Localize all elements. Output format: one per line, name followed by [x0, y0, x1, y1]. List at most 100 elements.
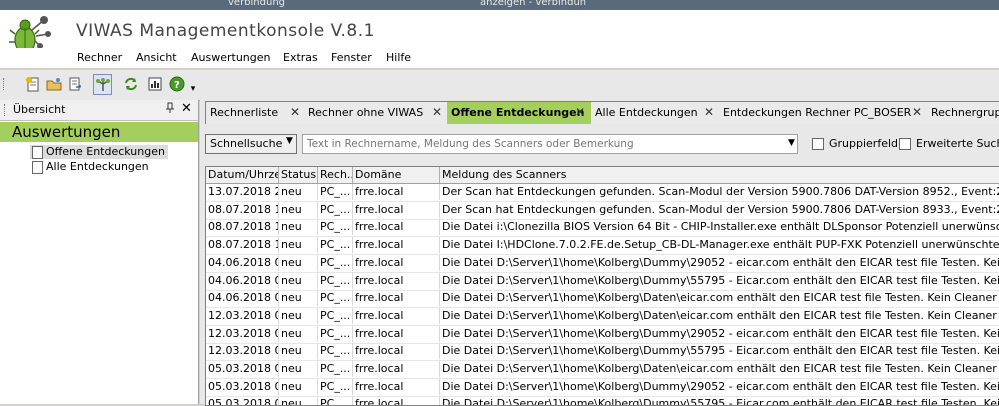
table-row[interactable]: 08.07.2018 1...neuPC_...frre.localDie Da… — [206, 237, 999, 256]
cell-datum: 08.07.2018 1... — [206, 237, 279, 254]
table-row[interactable]: 13.07.2018 2...neuPC_...frre.localDer Sc… — [206, 184, 999, 202]
sidebar-header: Übersicht ✕ — [0, 100, 198, 121]
cell-domaene: frre.local — [353, 290, 440, 307]
tab-rechner-ohne-viwas[interactable]: Rechner ohne VIWAS ✕ — [304, 102, 448, 124]
report-icon[interactable] — [146, 75, 164, 93]
cell-status: neu — [279, 307, 318, 324]
help-icon[interactable]: ? — [168, 75, 186, 93]
cell-status: neu — [279, 290, 318, 307]
sidebar-item-offene-entdeckungen[interactable]: Offene Entdeckungen — [30, 145, 168, 159]
table-row[interactable]: 05.03.2018 0...neuPC_...frre.localDie Da… — [206, 378, 999, 397]
erweiterte-suche-checkbox[interactable] — [899, 138, 911, 150]
cell-meldung: Die Datei D:\Server\1\home\Kolberg\Daten… — [442, 308, 999, 322]
toolbar-grip[interactable] — [3, 78, 7, 90]
menu-rechner[interactable]: Rechner — [77, 51, 122, 64]
pin-icon[interactable] — [165, 102, 175, 117]
tab-close-icon[interactable]: ✕ — [704, 105, 714, 119]
sidebar-grip[interactable] — [4, 104, 8, 116]
tab-label: Offene Entdeckungen — [451, 106, 585, 119]
table-row[interactable]: 05.03.2018 0...neuPC_...frre.localDie Da… — [206, 396, 999, 406]
cell-rechner: PC_... — [318, 378, 353, 395]
cell-datum: 08.07.2018 1... — [206, 219, 279, 236]
tab-offene-entdeckungen[interactable]: Offene Entdeckungen ✕ — [447, 102, 592, 124]
new-document-icon[interactable] — [24, 75, 42, 93]
tab-close-icon[interactable]: ✕ — [290, 105, 300, 119]
menu-auswertungen[interactable]: Auswertungen — [191, 51, 271, 64]
cell-datum: 04.06.2018 0... — [206, 272, 279, 289]
sidebar-title: Übersicht — [13, 103, 66, 116]
tab-close-icon[interactable]: ✕ — [575, 105, 585, 119]
cell-meldung: Der Scan hat Entdeckungen gefunden. Scan… — [442, 185, 999, 198]
overflow-icon[interactable]: ▾ — [188, 80, 198, 98]
column-header-status[interactable]: Status — [279, 167, 318, 183]
column-header-domaene[interactable]: Domäne — [353, 167, 440, 183]
open-folder-icon[interactable] — [45, 75, 63, 93]
content-area: Rechnerliste ✕ Rechner ohne VIWAS ✕ Offe… — [200, 100, 999, 406]
cell-rechner: PC_... — [318, 237, 353, 254]
sidebar-item-alle-entdeckungen[interactable]: Alle Entdeckungen — [30, 160, 152, 174]
table-row[interactable]: 04.06.2018 0...neuPC_...frre.localDie Da… — [206, 290, 999, 309]
cell-rechner: PC_... — [318, 307, 353, 324]
cell-domaene: frre.local — [353, 396, 440, 405]
cell-domaene: frre.local — [353, 272, 440, 289]
cell-datum: 12.03.2018 0... — [206, 325, 279, 342]
tab-close-icon[interactable]: ✕ — [432, 105, 442, 119]
menu-fenster[interactable]: Fenster — [331, 51, 372, 64]
cell-rechner: PC_... — [318, 272, 353, 289]
gruppierfeld-checkbox[interactable] — [812, 138, 824, 150]
column-header-meldung[interactable]: Meldung des Scanners — [440, 167, 999, 183]
search-input[interactable] — [303, 135, 785, 153]
cell-status: neu — [279, 343, 318, 360]
tab-rechnerliste[interactable]: Rechnerliste ✕ — [206, 102, 305, 124]
sidebar-item-label: Alle Entdeckungen — [46, 160, 149, 173]
column-header-datum[interactable]: Datum/Uhrzeit — [206, 167, 279, 183]
menu-ansicht[interactable]: Ansicht — [136, 51, 177, 64]
menu-extras[interactable]: Extras — [283, 51, 318, 64]
table-row[interactable]: 12.03.2018 0...neuPC_...frre.localDie Da… — [206, 343, 999, 362]
cell-domaene: frre.local — [353, 184, 440, 200]
sidebar-section-label: Auswertungen — [12, 123, 121, 141]
schnellsuche-label: Schnellsuche — [210, 137, 283, 150]
cell-status: neu — [279, 254, 318, 271]
tab-label: Rechner ohne VIWAS — [308, 106, 424, 119]
sidebar-section-auswertungen[interactable]: Auswertungen — [0, 122, 198, 142]
cell-domaene: frre.local — [353, 325, 440, 342]
table-row[interactable]: 08.07.2018 1...neuPC_...frre.localDer Sc… — [206, 201, 999, 220]
cell-domaene: frre.local — [353, 361, 440, 377]
table-row[interactable]: 04.06.2018 0...neuPC_...frre.localDie Da… — [206, 272, 999, 291]
cell-rechner: PC_... — [318, 325, 353, 342]
cell-rechner: PC_... — [318, 184, 353, 200]
table-row[interactable]: 08.07.2018 1...neuPC_...frre.localDie Da… — [206, 219, 999, 238]
cell-domaene: frre.local — [353, 254, 440, 271]
search-dropdown-arrow-icon[interactable]: ▼ — [788, 138, 795, 148]
cell-datum: 05.03.2018 0... — [206, 378, 279, 395]
tab-close-icon[interactable]: ✕ — [912, 105, 922, 119]
title-bar: VIWAS Managementkonsole V.8.1 — [0, 10, 999, 58]
refresh-icon[interactable] — [122, 75, 140, 93]
sidebar-close-icon[interactable]: ✕ — [181, 101, 192, 116]
document-icon — [32, 161, 43, 174]
table-row[interactable]: 05.03.2018 0...neuPC_...frre.localDie Da… — [206, 361, 999, 379]
cell-meldung: Die Datei D:\Server\1\home\Kolberg\Dummy… — [442, 397, 999, 406]
cell-meldung: Die Datei D:\Server\1\home\Kolberg\Dummy… — [442, 273, 999, 287]
cell-rechner: PC_... — [318, 290, 353, 307]
table-row[interactable]: 12.03.2018 0...neuPC_...frre.localDie Da… — [206, 325, 999, 344]
column-header-rechner[interactable]: Rech... — [318, 167, 353, 183]
export-icon[interactable] — [66, 75, 84, 93]
cell-rechner: PC_... — [318, 361, 353, 377]
sidebar-item-label: Offene Entdeckungen — [46, 145, 165, 158]
menu-hilfe[interactable]: Hilfe — [386, 51, 411, 64]
tab-entdeckungen-rechner[interactable]: Entdeckungen Rechner PC_BOSER ✕ — [719, 102, 928, 124]
search-row: Schnellsuche ▼ ▼ Gruppierfeld Erweiterte… — [200, 134, 999, 156]
toolbar: ? ▾ — [0, 70, 999, 101]
tree-icon[interactable] — [93, 74, 112, 95]
tab-alle-entdeckungen[interactable]: Alle Entdeckungen ✕ — [591, 102, 720, 124]
cell-rechner: PC_... — [318, 254, 353, 271]
table-row[interactable]: 12.03.2018 0...neuPC_...frre.localDie Da… — [206, 307, 999, 326]
sidebar: Übersicht ✕ Auswertungen Offene Entdecku… — [0, 100, 199, 404]
schnellsuche-dropdown-button[interactable]: Schnellsuche ▼ — [205, 134, 297, 154]
tab-rechnergruppe[interactable]: Rechnergruppe — [927, 102, 999, 124]
cell-meldung: Die Datei D:\Server\1\home\Kolberg\Dummy… — [442, 326, 999, 340]
table-row[interactable]: 04.06.2018 0...neuPC_...frre.localDie Da… — [206, 254, 999, 273]
tab-label: Rechnergruppe — [931, 106, 999, 119]
